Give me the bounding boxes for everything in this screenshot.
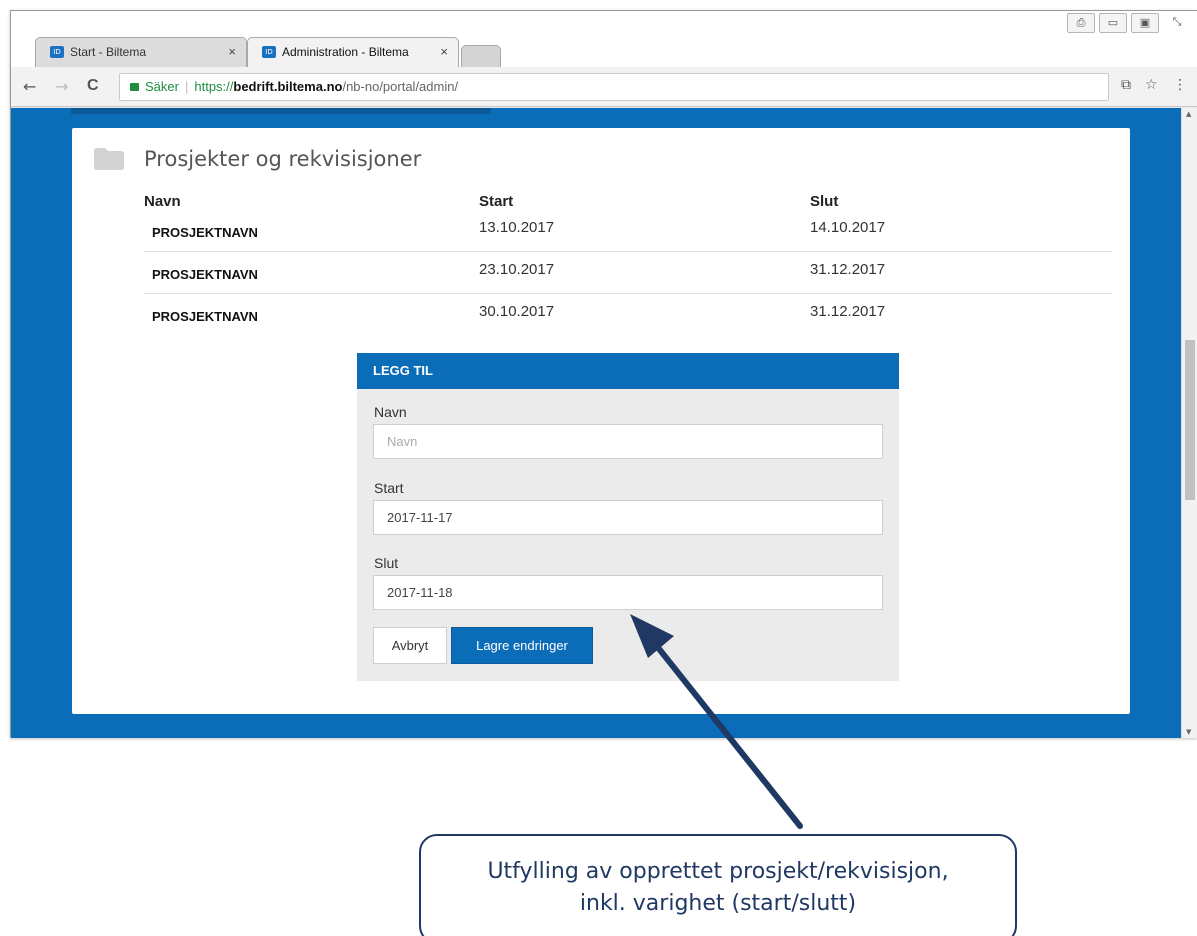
url-scheme: https://: [194, 79, 234, 94]
project-start: 30.10.2017: [479, 303, 555, 320]
project-end: 31.12.2017: [810, 261, 886, 278]
url-host: bedrift.biltema.no: [233, 79, 343, 94]
start-date-input[interactable]: [373, 500, 883, 535]
translate-icon[interactable]: ⧉: [1121, 77, 1131, 93]
name-input[interactable]: [373, 424, 883, 459]
form-header: LEGG TIL: [357, 353, 899, 389]
close-tab-icon[interactable]: ×: [228, 38, 236, 66]
address-bar[interactable]: Säker | https://bedrift.biltema.no/nb-no/p…: [119, 73, 1109, 101]
lock-icon: [130, 83, 139, 91]
tab-strip: ID Start - Biltema × ID Administration -…: [11, 11, 1197, 67]
maximize-icon[interactable]: ▣: [1131, 13, 1159, 33]
name-label: Navn: [374, 404, 407, 420]
cancel-button[interactable]: Avbryt: [373, 627, 447, 664]
scroll-up-icon[interactable]: ▲: [1186, 110, 1191, 118]
column-header-start: Start: [479, 193, 514, 210]
bookmark-star-icon[interactable]: ☆: [1145, 77, 1158, 93]
menu-icon[interactable]: ⋮: [1173, 77, 1187, 93]
project-name: PROSJEKTNAVN: [152, 225, 258, 240]
user-profile-icon[interactable]: ⎙: [1067, 13, 1095, 33]
page-viewport: Prosjekter og rekvisisjoner Navn Start S…: [11, 108, 1181, 738]
biltema-favicon-icon: ID: [262, 46, 276, 58]
reload-icon[interactable]: C: [87, 77, 99, 95]
callout-line-2: inkl. varighet (start/slutt): [579, 891, 857, 916]
close-window-icon[interactable]: ⤡: [1163, 13, 1191, 33]
browser-toolbar: ← → C Säker | https://bedrift.biltema.no/n…: [11, 67, 1197, 107]
callout-box: Utfylling av opprettet prosjekt/rekvisis…: [419, 834, 1017, 936]
browser-window: ID Start - Biltema × ID Administration -…: [10, 10, 1197, 738]
save-changes-button[interactable]: Lagre endringer: [451, 627, 593, 664]
close-tab-icon[interactable]: ×: [440, 38, 448, 66]
tab-administration-biltema[interactable]: ID Administration - Biltema ×: [247, 37, 459, 67]
table-row[interactable]: PROSJEKTNAVN 23.10.2017 31.12.2017: [144, 252, 1112, 294]
project-start: 23.10.2017: [479, 261, 555, 278]
window-controls: ⎙ ▭ ▣ ⤡: [1067, 13, 1191, 35]
column-header-end: Slut: [810, 193, 839, 210]
address-separator: |: [184, 79, 189, 94]
start-label: Start: [374, 480, 404, 496]
scrollbar-thumb[interactable]: [1185, 340, 1195, 500]
biltema-favicon-icon: ID: [50, 46, 64, 58]
end-date-input[interactable]: [373, 575, 883, 610]
project-name: PROSJEKTNAVN: [152, 267, 258, 282]
secure-label: Säker: [145, 79, 179, 94]
vertical-scrollbar[interactable]: ▲ ▼: [1181, 108, 1197, 738]
tab-title: Administration - Biltema: [282, 45, 409, 59]
forward-arrow-icon[interactable]: →: [55, 77, 68, 96]
tab-start-biltema[interactable]: ID Start - Biltema ×: [35, 37, 247, 67]
add-project-form: LEGG TIL Navn Start Slut Avbryt Lagre en…: [357, 353, 899, 681]
project-end: 31.12.2017: [810, 303, 886, 320]
minimize-icon[interactable]: ▭: [1099, 13, 1127, 33]
end-label: Slut: [374, 555, 399, 571]
previous-card-edge: [71, 108, 491, 114]
callout-line-1: Utfylling av opprettet prosjekt/rekvisis…: [487, 859, 949, 884]
tab-title: Start - Biltema: [70, 45, 147, 59]
column-header-name: Navn: [144, 193, 181, 210]
table-row[interactable]: PROSJEKTNAVN 30.10.2017 31.12.2017: [144, 294, 1112, 336]
table-row[interactable]: PROSJEKTNAVN 13.10.2017 14.10.2017: [144, 210, 1112, 252]
url-path: /nb-no/portal/admin/: [342, 79, 459, 94]
scroll-down-icon[interactable]: ▼: [1186, 728, 1191, 736]
project-start: 13.10.2017: [479, 219, 555, 236]
folder-icon: [94, 148, 124, 170]
card-title: Prosjekter og rekvisisjoner: [144, 147, 422, 171]
new-tab-button[interactable]: [461, 45, 501, 67]
projects-card: Prosjekter og rekvisisjoner Navn Start S…: [72, 128, 1130, 714]
back-arrow-icon[interactable]: ←: [23, 77, 36, 96]
project-end: 14.10.2017: [810, 219, 886, 236]
project-name: PROSJEKTNAVN: [152, 309, 258, 324]
